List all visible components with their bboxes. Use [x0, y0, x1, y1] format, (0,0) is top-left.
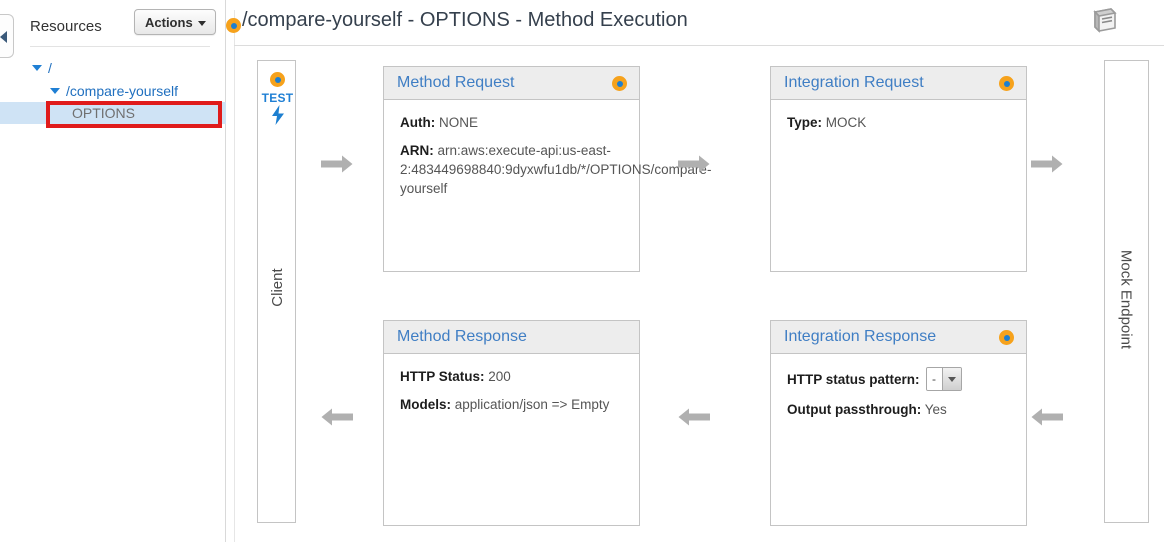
tree-node-root-label[interactable]: /: [48, 60, 52, 76]
arrow-left-icon: [321, 408, 353, 431]
api-gateway-method-execution-page: Resources Actions / /compare-yourself OP…: [0, 0, 1172, 542]
method-request-dot-icon: [612, 76, 627, 91]
tree-node-compare-yourself[interactable]: /compare-yourself: [0, 79, 226, 102]
arrow-right-icon: [678, 155, 710, 178]
actions-button-label: Actions: [145, 14, 193, 30]
method-request-card-header: Method Request: [384, 67, 639, 100]
method-response-card-header: Method Response: [384, 321, 639, 354]
method-response-models-value: application/json => Empty: [454, 397, 610, 412]
mock-endpoint-column: Mock Endpoint: [1104, 60, 1149, 523]
method-request-card[interactable]: Method Request Auth: NONE ARN: arn:aws:e…: [383, 66, 711, 272]
method-request-card-body: Auth: NONE ARN: arn:aws:execute-api:us-e…: [384, 100, 711, 198]
integration-request-title[interactable]: Integration Request: [784, 74, 924, 92]
method-response-status-value: 200: [488, 369, 511, 384]
arrow-right-icon: [1031, 155, 1063, 178]
sidebar-divider: [30, 46, 210, 47]
integration-response-title[interactable]: Integration Response: [784, 328, 936, 346]
arrow-left-icon: [678, 408, 710, 431]
caret-down-icon[interactable]: [50, 87, 60, 94]
method-request-arn-value: arn:aws:execute-api:us-east-2:4834496988…: [400, 143, 712, 196]
page-title-dot-icon: [226, 18, 241, 38]
integration-response-card-body: HTTP status pattern: - Output passthroug…: [771, 354, 1026, 419]
http-status-pattern-value: -: [926, 368, 942, 390]
method-execution-content: /compare-yourself - OPTIONS - Method Exe…: [226, 0, 1172, 542]
tree-node-root[interactable]: /: [0, 56, 226, 79]
resources-sidebar: Resources Actions / /compare-yourself OP…: [0, 0, 226, 542]
client-column-label: Client: [269, 268, 286, 307]
page-title-divider: [234, 45, 1164, 46]
integration-request-dot-icon: [999, 76, 1014, 91]
integration-request-type-label: Type:: [787, 115, 823, 130]
integration-request-card-body: Type: MOCK: [771, 100, 1026, 132]
integration-request-type-value: MOCK: [825, 115, 867, 130]
method-request-arn-label: ARN:: [400, 143, 434, 158]
chevron-down-icon[interactable]: [941, 368, 961, 390]
integration-request-type-row: Type: MOCK: [787, 113, 1014, 132]
method-response-models-row: Models: application/json => Empty: [400, 395, 627, 414]
method-request-auth-label: Auth:: [400, 115, 436, 130]
method-response-card[interactable]: Method Response HTTP Status: 200 Models:…: [383, 320, 640, 526]
integration-response-pattern-row: HTTP status pattern: -: [787, 367, 1014, 391]
page-title: /compare-yourself - OPTIONS - Method Exe…: [242, 9, 688, 31]
integration-request-card-header: Integration Request: [771, 67, 1026, 100]
actions-button[interactable]: Actions: [134, 9, 216, 35]
tree-node-compare-yourself-label[interactable]: /compare-yourself: [66, 83, 178, 99]
method-response-card-body: HTTP Status: 200 Models: application/jso…: [384, 354, 639, 414]
method-request-auth-value: NONE: [439, 115, 479, 130]
method-request-title[interactable]: Method Request: [397, 74, 514, 92]
integration-response-dot-icon: [999, 330, 1014, 345]
tree-node-options[interactable]: OPTIONS: [0, 102, 226, 124]
method-request-arn-row: ARN: arn:aws:execute-api:us-east-2:48344…: [400, 141, 711, 198]
http-status-pattern-select[interactable]: -: [925, 367, 962, 391]
mock-endpoint-column-label: Mock Endpoint: [1117, 249, 1135, 350]
client-column: TEST Client: [257, 60, 296, 523]
sidebar-header: Resources Actions: [0, 0, 226, 48]
integration-response-passthrough-label: Output passthrough:: [787, 402, 922, 417]
resources-label: Resources: [30, 18, 102, 35]
arrow-left-icon: [1031, 408, 1063, 431]
arrow-right-icon: [321, 155, 353, 178]
integration-request-card[interactable]: Integration Request Type: MOCK: [770, 66, 1027, 272]
integration-response-passthrough-row: Output passthrough: Yes: [787, 400, 1014, 419]
method-request-auth-row: Auth: NONE: [400, 113, 627, 132]
integration-response-pattern-label: HTTP status pattern:: [787, 371, 920, 387]
caret-down-icon[interactable]: [32, 64, 42, 71]
chevron-down-icon: [197, 20, 206, 26]
resource-tree: / /compare-yourself OPTIONS: [0, 56, 226, 124]
integration-response-card-header: Integration Response: [771, 321, 1026, 354]
test-link[interactable]: TEST: [258, 91, 297, 105]
integration-response-passthrough-value: Yes: [924, 402, 947, 417]
client-dot-icon: [270, 72, 285, 92]
method-response-status-row: HTTP Status: 200: [400, 367, 627, 386]
method-response-status-label: HTTP Status:: [400, 369, 485, 384]
method-response-models-label: Models:: [400, 397, 452, 412]
book-icon[interactable]: [1091, 8, 1119, 39]
method-response-title[interactable]: Method Response: [397, 328, 527, 346]
lightning-bolt-icon[interactable]: [258, 105, 297, 130]
content-left-divider: [234, 10, 235, 542]
tree-node-options-label[interactable]: OPTIONS: [72, 105, 135, 121]
integration-response-card[interactable]: Integration Response HTTP status pattern…: [770, 320, 1027, 526]
